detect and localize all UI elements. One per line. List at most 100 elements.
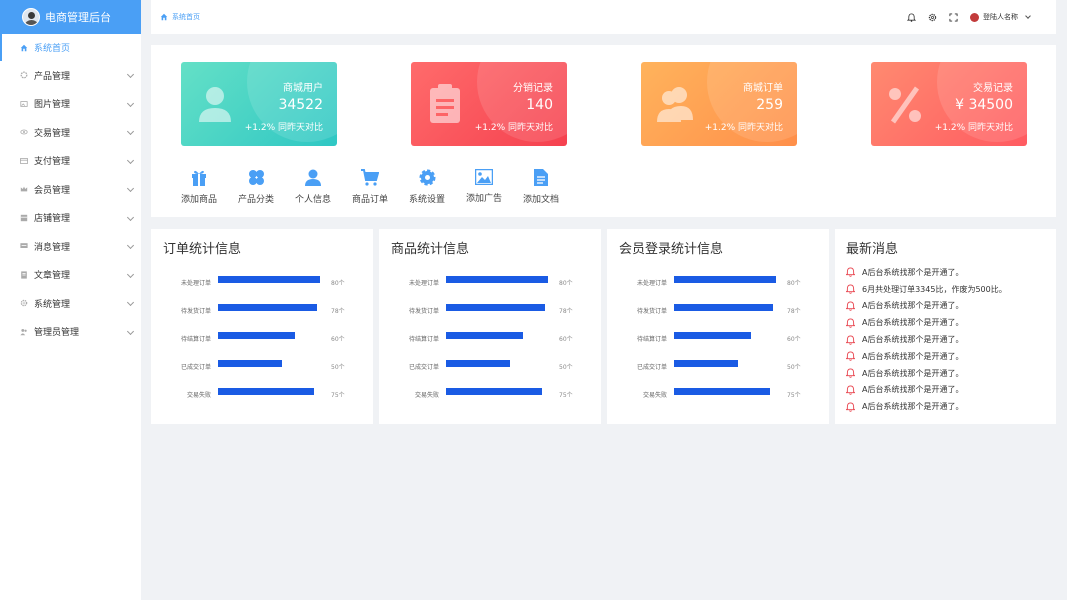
gear-icon (20, 71, 28, 79)
stat-card-orders[interactable]: 商城订单 259 +1.2% 同昨天对比 (641, 62, 797, 146)
eye-icon (20, 129, 28, 135)
quick-action-categories[interactable]: 产品分类 (226, 169, 286, 205)
news-item[interactable]: A后台系统找那个是开通了。 (846, 298, 1007, 315)
quick-action-settings[interactable]: 系统设置 (397, 169, 457, 205)
news-text: A后台系统找那个是开通了。 (862, 402, 964, 412)
sidebar-item-admins[interactable]: 管理员管理 (0, 318, 141, 347)
users-icon (20, 328, 27, 335)
card-subtext: +1.2% 同昨天对比 (704, 123, 783, 133)
news-list: A后台系统找那个是开通了。 6月共处理订单3345比，作废为500比。 A后台系… (846, 264, 1007, 415)
sidebar-item-label: 系统管理 (34, 299, 71, 310)
news-item[interactable]: A后台系统找那个是开通了。 (846, 365, 1007, 382)
bar (446, 332, 523, 339)
news-item[interactable]: A后台系统找那个是开通了。 (846, 314, 1007, 331)
data-label: 60个 (559, 336, 573, 343)
bar (218, 276, 320, 283)
chart-row: 待发货订单 78个 (151, 304, 373, 315)
news-item[interactable]: A后台系统找那个是开通了。 (846, 264, 1007, 281)
news-text: A后台系统找那个是开通了。 (862, 385, 964, 395)
tick-label: 待发货订单 (180, 308, 211, 315)
stat-card-transactions[interactable]: 交易记录 ¥ 34500 +1.2% 同昨天对比 (871, 62, 1027, 146)
tick-label: 已成交订单 (636, 364, 667, 371)
fullscreen-icon[interactable] (949, 12, 958, 22)
news-text: A后台系统找那个是开通了。 (862, 351, 964, 361)
bell-icon (846, 368, 855, 378)
news-text: A后台系统找那个是开通了。 (862, 318, 964, 328)
bar (674, 388, 770, 395)
chart-row: 待结算订单 60个 (151, 332, 373, 343)
sidebar-item-label: 店铺管理 (34, 214, 71, 225)
news-item[interactable]: A后台系统找那个是开通了。 (846, 382, 1007, 399)
data-label: 60个 (331, 336, 345, 343)
sidebar-item-articles[interactable]: 文章管理 (0, 261, 141, 290)
data-label: 50个 (787, 364, 801, 371)
bar (446, 276, 548, 283)
bell-icon (846, 335, 855, 345)
bar (218, 332, 295, 339)
breadcrumb[interactable]: 系统首页 (160, 12, 200, 22)
quick-action-profile[interactable]: 个人信息 (283, 169, 343, 205)
order-stats-panel: 订单统计信息 未处理订单 80个 待发货订单 78个 待结算订单 60个 已成交订单 50个交… (151, 229, 373, 424)
breadcrumb-label: 系统首页 (172, 13, 200, 21)
news-text: A后台系统找那个是开通了。 (862, 301, 964, 311)
bell-icon[interactable] (907, 12, 916, 22)
sidebar-item-label: 会员管理 (34, 185, 71, 196)
bell-icon (846, 284, 855, 294)
tick-label: 待结算订单 (636, 336, 667, 343)
news-item[interactable]: A后台系统找那个是开通了。 (846, 331, 1007, 348)
settings-icon[interactable] (928, 13, 937, 22)
tick-label: 交易失败 (642, 392, 667, 399)
card-title: 分销记录 (513, 83, 553, 94)
quick-action-label: 个人信息 (294, 195, 331, 205)
sidebar-item-label: 系统首页 (34, 44, 71, 54)
quick-action-add-ad[interactable]: 添加广告 (454, 169, 514, 204)
clipboard-icon (430, 84, 460, 123)
sidebar-item-stores[interactable]: 店铺管理 (0, 204, 141, 233)
user-icon (199, 87, 231, 122)
sidebar-item-payments[interactable]: 支付管理 (0, 147, 141, 176)
panel-title: 会员登录统计信息 (619, 242, 724, 257)
sidebar-item-transactions[interactable]: 交易管理 (0, 118, 141, 147)
bar (674, 360, 738, 367)
quick-action-add-product[interactable]: 添加商品 (169, 169, 229, 205)
tick-label: 交易失败 (186, 392, 211, 399)
data-label: 50个 (331, 364, 345, 371)
panel-title: 最新消息 (846, 242, 899, 257)
document-icon (21, 271, 27, 279)
chart-row: 交易失败 75个 (607, 388, 829, 399)
quick-action-orders[interactable]: 商品订单 (340, 169, 400, 205)
stat-card-distribution[interactable]: 分销记录 140 +1.2% 同昨天对比 (411, 62, 567, 146)
sidebar: 电商管理后台 系统首页 产品管理 图片管理 交易管理 支付管理 会员管理 店铺管… (0, 0, 141, 600)
sidebar-item-label: 消息管理 (34, 242, 71, 253)
panel-title: 商品统计信息 (391, 242, 470, 257)
tick-label: 未处理订单 (408, 280, 439, 287)
brand-title: 电商管理后台 (45, 11, 111, 24)
card-title: 交易记录 (973, 83, 1013, 94)
chart-row: 已成交订单 50个 (151, 360, 373, 371)
stat-card-users[interactable]: 商城用户 34522 +1.2% 同昨天对比 (181, 62, 337, 146)
card-value: 259 (756, 97, 783, 113)
chevron-down-icon (126, 184, 135, 193)
sidebar-item-products[interactable]: 产品管理 (0, 61, 141, 90)
chevron-down-icon (126, 99, 135, 107)
sidebar-item-members[interactable]: 会员管理 (0, 175, 141, 204)
sidebar-item-system[interactable]: 系统管理 (0, 289, 141, 318)
card-subtext: +1.2% 同昨天对比 (934, 123, 1013, 133)
news-item[interactable]: A后台系统找那个是开通了。 (846, 348, 1007, 365)
bar (446, 360, 510, 367)
news-item[interactable]: A后台系统找那个是开通了。 (846, 398, 1007, 415)
news-panel: 最新消息 A后台系统找那个是开通了。 6月共处理订单3345比，作废为500比。… (835, 229, 1056, 424)
quick-action-add-doc[interactable]: 添加文档 (511, 169, 571, 205)
sidebar-item-label: 产品管理 (34, 71, 71, 82)
user-menu[interactable]: 登陆人名称 (970, 12, 1031, 22)
chart-row: 待发货订单 78个 (607, 304, 829, 315)
sidebar-item-home[interactable]: 系统首页 (0, 34, 141, 61)
sidebar-item-label: 交易管理 (34, 128, 71, 139)
sidebar-item-images[interactable]: 图片管理 (0, 90, 141, 119)
sidebar-item-messages[interactable]: 消息管理 (0, 232, 141, 261)
tick-label: 待结算订单 (408, 336, 439, 343)
cart-icon (361, 169, 379, 186)
news-item[interactable]: 6月共处理订单3345比，作废为500比。 (846, 281, 1007, 298)
bar (674, 332, 751, 339)
card-subtext: +1.2% 同昨天对比 (474, 123, 553, 133)
